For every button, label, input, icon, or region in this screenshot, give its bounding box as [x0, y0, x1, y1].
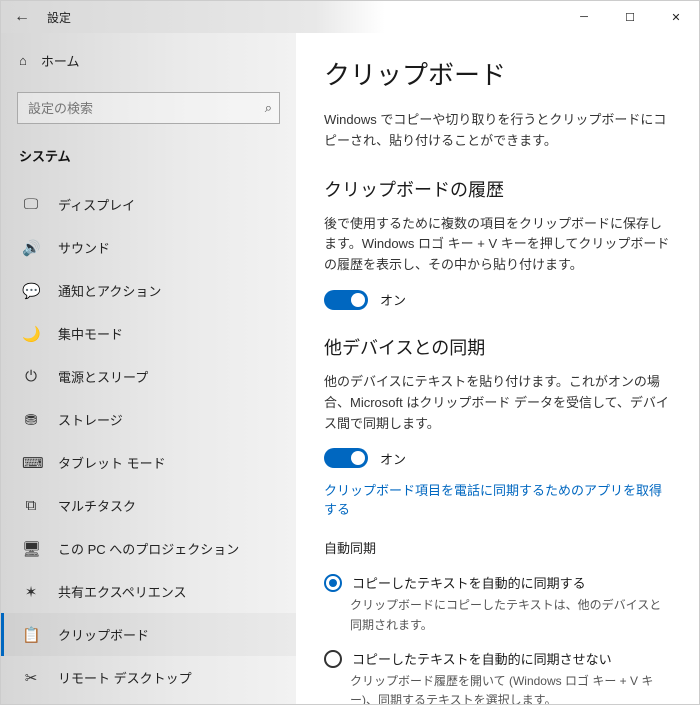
sidebar-item-label: サウンド	[58, 238, 110, 257]
sidebar-item-2[interactable]: 💬 通知とアクション	[1, 269, 296, 312]
nav-list: 🖵 ディスプレイ 🔊 サウンド 💬 通知とアクション 🌙 集中モード ⏻ 電源とスリープ ⛃ ストレー…	[1, 183, 296, 704]
home-nav[interactable]: ⌂ ホーム	[1, 43, 296, 78]
close-button[interactable]: ✕	[653, 1, 699, 33]
minimize-button[interactable]: ─	[561, 1, 607, 33]
sidebar-item-label: リモート デスクトップ	[58, 668, 192, 687]
sidebar-item-label: マルチタスク	[58, 496, 136, 515]
sidebar-item-4[interactable]: ⏻ 電源とスリープ	[1, 355, 296, 398]
history-toggle-label: オン	[380, 290, 406, 309]
sidebar-item-label: この PC へのプロジェクション	[58, 539, 239, 558]
history-heading: クリップボードの履歴	[324, 176, 671, 202]
auto-sync-off-desc: クリップボード履歴を開いて (Windows ロゴ キー + V キー)、同期す…	[324, 672, 671, 704]
sidebar-item-label: 電源とスリープ	[58, 367, 148, 386]
sidebar-item-icon: 💬	[22, 282, 40, 300]
sidebar-item-icon: 🔊	[22, 239, 40, 257]
radio-unchecked-icon	[324, 650, 342, 668]
sidebar: ⌂ ホーム ⌕ システム 🖵 ディスプレイ 🔊 サウンド 💬 通知とアクション 🌙 集中モード…	[1, 33, 296, 704]
sidebar-item-7[interactable]: ⧉ マルチタスク	[1, 484, 296, 527]
home-icon: ⌂	[19, 53, 27, 68]
auto-sync-on-option[interactable]: コピーしたテキストを自動的に同期する	[324, 573, 671, 592]
sidebar-item-label: ディスプレイ	[58, 195, 135, 214]
auto-sync-on-desc: クリップボードにコピーしたテキストは、他のデバイスと同期されます。	[324, 596, 671, 634]
sidebar-item-6[interactable]: ⌨ タブレット モード	[1, 441, 296, 484]
auto-sync-off-option[interactable]: コピーしたテキストを自動的に同期させない	[324, 649, 671, 668]
sync-app-link[interactable]: クリップボード項目を電話に同期するためのアプリを取得する	[324, 480, 671, 518]
radio-checked-icon	[324, 574, 342, 592]
sidebar-item-icon: ⌨	[22, 454, 40, 472]
history-toggle[interactable]	[324, 290, 368, 310]
sidebar-item-label: 共有エクスペリエンス	[58, 582, 186, 601]
sidebar-item-8[interactable]: 🖥 この PC へのプロジェクション	[1, 527, 296, 570]
sidebar-item-label: 通知とアクション	[58, 281, 161, 300]
sidebar-item-0[interactable]: 🖵 ディスプレイ	[1, 183, 296, 226]
auto-sync-heading: 自動同期	[324, 538, 671, 557]
auto-sync-off-label: コピーしたテキストを自動的に同期させない	[352, 649, 612, 668]
page-title: クリップボード	[324, 55, 671, 92]
home-label: ホーム	[41, 51, 80, 70]
sidebar-item-icon: 🖥	[22, 540, 40, 558]
sidebar-item-icon: ⧉	[22, 497, 40, 514]
sidebar-item-label: クリップボード	[58, 625, 149, 644]
sidebar-item-3[interactable]: 🌙 集中モード	[1, 312, 296, 355]
sidebar-item-12[interactable]: ⓘバージョン情報	[1, 699, 296, 704]
window-title: 設定	[47, 9, 71, 26]
sidebar-item-icon: ✶	[22, 583, 40, 601]
sync-desc: 他のデバイスにテキストを貼り付けます。これがオンの場合、Microsoft はク…	[324, 372, 671, 434]
sidebar-item-icon: ⛃	[22, 411, 40, 429]
sidebar-item-5[interactable]: ⛃ ストレージ	[1, 398, 296, 441]
sync-toggle-label: オン	[380, 449, 406, 468]
search-input[interactable]	[17, 92, 280, 124]
search-box[interactable]: ⌕	[17, 92, 280, 124]
sync-toggle[interactable]	[324, 448, 368, 468]
sidebar-item-icon: 📋	[22, 626, 40, 644]
category-heading: システム	[1, 136, 296, 173]
content: クリップボード Windows でコピーや切り取りを行うとクリップボードにコピー…	[296, 33, 699, 704]
back-button[interactable]: ←	[7, 8, 37, 26]
sidebar-item-10[interactable]: 📋 クリップボード	[1, 613, 296, 656]
sidebar-item-icon: ⏻	[22, 368, 40, 385]
sidebar-item-label: タブレット モード	[58, 453, 166, 472]
sidebar-item-icon: 🌙	[22, 325, 40, 343]
intro-text: Windows でコピーや切り取りを行うとクリップボードにコピーされ、貼り付ける…	[324, 110, 671, 152]
titlebar: ← 設定 ─ ☐ ✕	[1, 1, 699, 33]
sidebar-item-icon: 🖵	[22, 196, 40, 213]
sidebar-item-9[interactable]: ✶ 共有エクスペリエンス	[1, 570, 296, 613]
sidebar-item-label: 集中モード	[58, 324, 123, 343]
sidebar-item-label: ストレージ	[58, 410, 123, 429]
sidebar-item-11[interactable]: ✂ リモート デスクトップ	[1, 656, 296, 699]
auto-sync-on-label: コピーしたテキストを自動的に同期する	[352, 573, 586, 592]
sync-heading: 他デバイスとの同期	[324, 334, 671, 360]
sidebar-item-icon: ✂	[22, 669, 40, 687]
sidebar-item-1[interactable]: 🔊 サウンド	[1, 226, 296, 269]
history-desc: 後で使用するために複数の項目をクリップボードに保存します。Windows ロゴ …	[324, 214, 671, 276]
maximize-button[interactable]: ☐	[607, 1, 653, 33]
